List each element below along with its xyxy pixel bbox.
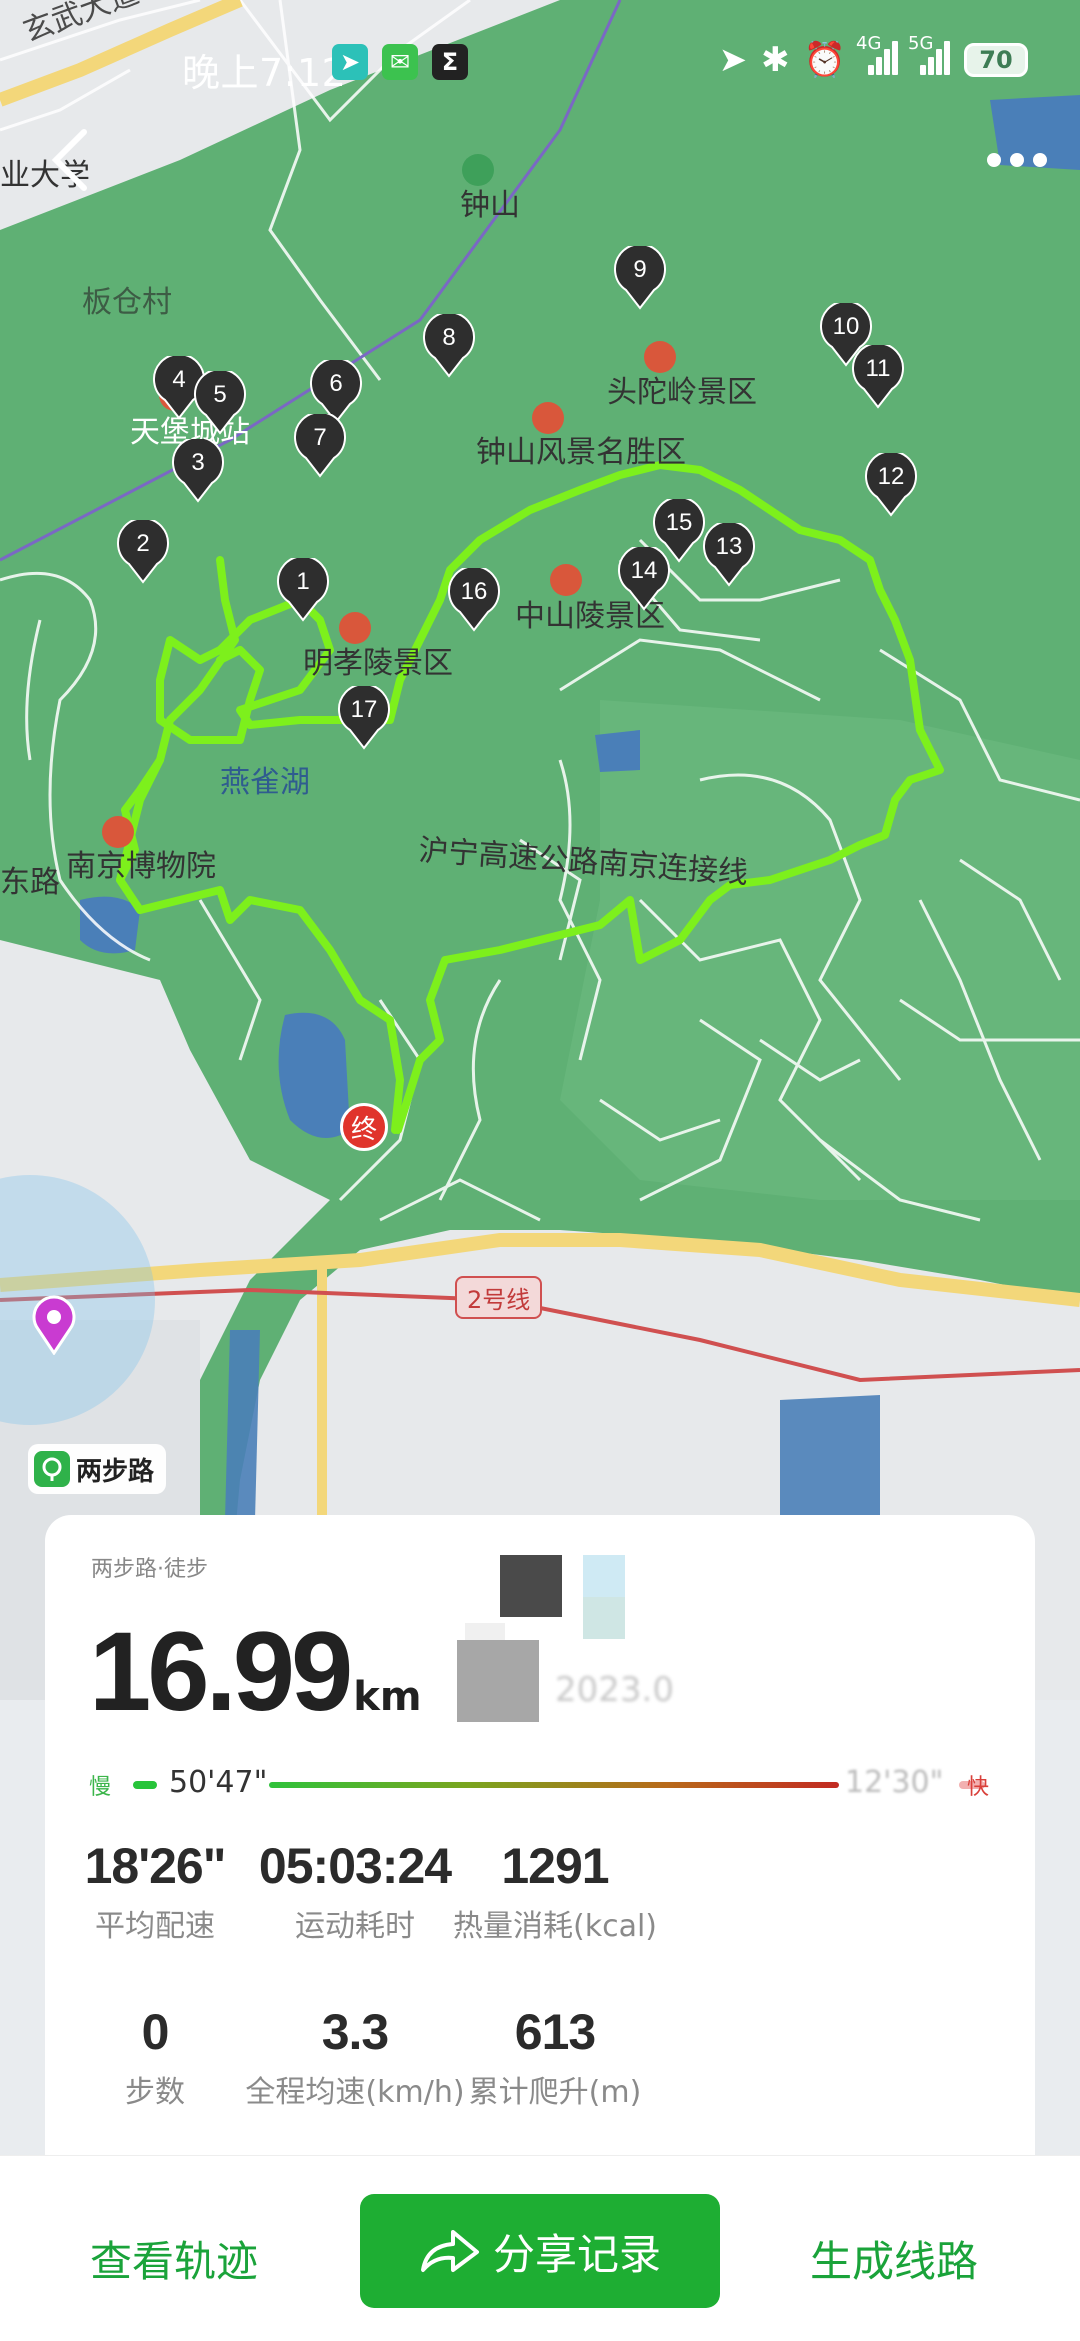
route-marker[interactable]: 16 <box>447 565 501 632</box>
generate-route-button[interactable]: 生成线路 <box>810 2228 978 2289</box>
stat-value: 613 <box>514 2004 596 2060</box>
distance-value: 16.99 <box>89 1609 353 1734</box>
bluetooth-icon: ✱ <box>761 40 790 80</box>
route-marker[interactable]: 9 <box>613 243 667 310</box>
wechat-icon: ✉ <box>382 44 418 80</box>
share-label: 分享记录 <box>492 2229 661 2279</box>
distance: 16.99 km <box>89 1607 422 1736</box>
sigma-icon: Σ <box>432 44 468 80</box>
bottom-action-bar: 查看轨迹 分享记录 生成线路 <box>0 2155 1080 2341</box>
share-arrow-icon <box>420 2230 479 2272</box>
route-marker[interactable]: 17 <box>337 683 391 750</box>
route-marker-number: 5 <box>213 381 227 408</box>
chevron-left-icon <box>51 129 87 191</box>
end-marker[interactable]: 终 <box>340 1103 388 1151</box>
route-marker[interactable]: 8 <box>422 311 476 378</box>
pace-slow-label: 慢 <box>89 1775 112 1800</box>
pace-min: 50'47" <box>169 1765 268 1800</box>
route-marker[interactable]: 3 <box>171 436 225 503</box>
stat-elevation: 613 累计爬升(m) <box>405 2003 705 2111</box>
app-logo-icon <box>34 1451 70 1487</box>
pace-fast-label: 快 <box>966 1775 989 1800</box>
route-marker[interactable]: 2 <box>116 517 170 584</box>
distance-unit: km <box>353 1674 422 1720</box>
app-badge: 两步路 <box>28 1444 167 1494</box>
mosaic-block <box>583 1597 625 1639</box>
stat-label: 累计爬升(m) <box>468 2075 642 2110</box>
back-button[interactable] <box>40 120 100 200</box>
route-marker-number: 11 <box>865 355 891 382</box>
route-marker[interactable]: 1 <box>276 555 330 622</box>
mosaic-block <box>500 1555 562 1617</box>
route-marker-number: 13 <box>715 533 743 560</box>
stat-calories: 1291 热量消耗(kcal) <box>405 1837 705 1945</box>
pace-range: 慢 50'47" 12'30" 快 <box>89 1765 989 1805</box>
stat-value: 1291 <box>501 1838 609 1894</box>
route-marker-number: 8 <box>442 324 456 351</box>
route-marker[interactable]: 13 <box>702 520 756 587</box>
metro-line-badge: 2号线 <box>455 1276 543 1319</box>
route-marker-number: 16 <box>460 578 488 605</box>
mosaic-block <box>583 1555 625 1597</box>
alarm-icon: ⏰ <box>803 40 846 80</box>
signal-bars-icon <box>860 41 898 75</box>
route-marker[interactable]: 7 <box>293 411 347 478</box>
more-button[interactable] <box>982 135 1052 185</box>
status-right: ➤ ✱ ⏰ 4G 5G 70 <box>718 35 1028 80</box>
pace-max: 12'30" <box>845 1765 944 1800</box>
mosaic-block <box>457 1640 539 1722</box>
share-record-button[interactable]: 分享记录 <box>360 2194 720 2308</box>
route-marker[interactable]: 12 <box>864 450 918 517</box>
location-pin-icon <box>32 1295 76 1356</box>
route-marker-number: 1 <box>296 568 310 595</box>
status-time: 晚上7:12 <box>182 51 347 95</box>
route-marker[interactable]: 11 <box>851 342 905 409</box>
status-bar: 晚上7:12 ➤ ✉ Σ ➤ ✱ ⏰ 4G 5G 70 <box>0 0 1080 120</box>
route-marker[interactable]: 5 <box>193 368 247 435</box>
battery-indicator: 70 <box>964 43 1028 77</box>
route-marker-number: 6 <box>329 370 343 397</box>
summary-card: 两步路·徒步 16.99 km 2023.0 慢 50'47" 12'30" 快… <box>45 1515 1035 2155</box>
telegram-icon: ➤ <box>332 44 368 80</box>
route-marker-number: 15 <box>665 509 693 536</box>
activity-type: 两步路·徒步 <box>91 1557 208 1582</box>
pace-gradient-bar <box>269 1782 839 1788</box>
stat-label: 热量消耗(kcal) <box>453 1909 657 1944</box>
network-5g: 5G <box>908 35 950 79</box>
route-marker-number: 7 <box>313 424 327 451</box>
location-arrow-icon: ➤ <box>718 40 748 80</box>
route-marker-number: 17 <box>350 696 378 723</box>
route-marker-number: 3 <box>191 449 205 476</box>
more-dots-icon <box>987 153 1047 167</box>
route-marker-number: 9 <box>633 256 647 283</box>
route-marker[interactable]: 15 <box>652 496 706 563</box>
app-badge-text: 两步路 <box>76 1456 155 1487</box>
route-marker-number: 12 <box>877 463 905 490</box>
metro-line-label: 2号线 <box>467 1286 531 1314</box>
signal-bars-icon <box>912 41 950 75</box>
pace-slow-dot <box>133 1781 157 1789</box>
route-marker-number: 2 <box>136 530 150 557</box>
route-marker-number: 10 <box>832 313 860 340</box>
network-4g: 4G <box>856 35 898 79</box>
date-blurred: 2023.0 <box>555 1670 674 1710</box>
end-marker-label: 终 <box>350 1114 377 1145</box>
view-track-button[interactable]: 查看轨迹 <box>90 2228 258 2289</box>
current-location-pin <box>30 1295 78 1356</box>
